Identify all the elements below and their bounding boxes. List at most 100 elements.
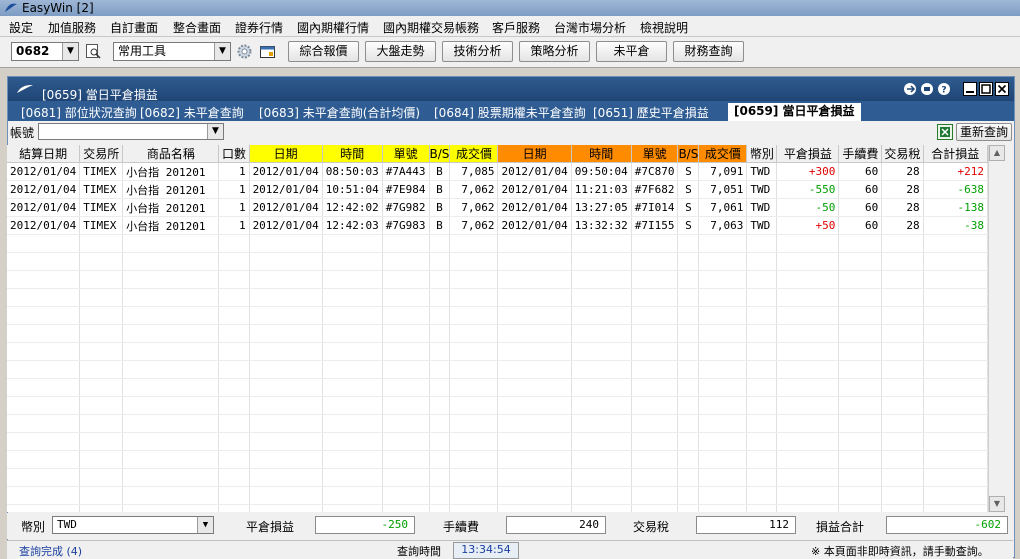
- refresh-query-button[interactable]: 重新查詢: [956, 123, 1012, 141]
- empty-cell: [497, 342, 572, 361]
- empty-row: [7, 360, 988, 379]
- col-close-price[interactable]: 成交價: [698, 145, 748, 163]
- empty-cell: [838, 234, 883, 253]
- empty-cell: [429, 324, 451, 343]
- market-trend-button[interactable]: 大盤走勢: [365, 41, 436, 62]
- col-currency[interactable]: 幣別: [746, 145, 778, 163]
- tab-historical-pl[interactable]: [0651] 歷史平倉損益: [593, 104, 709, 121]
- tab-stock-options[interactable]: [0684] 股票期權未平倉查詢: [434, 104, 586, 121]
- empty-cell: [7, 486, 81, 505]
- empty-cell: [322, 234, 383, 253]
- tab-open-interest[interactable]: [0682] 未平倉查詢: [140, 104, 244, 121]
- menu-market-analysis[interactable]: 台灣市場分析: [554, 19, 626, 36]
- chevron-down-icon[interactable]: ▼: [207, 124, 223, 139]
- menu-futures-accounts[interactable]: 國內期權交易帳務: [383, 19, 479, 36]
- scroll-up-icon[interactable]: ▲: [989, 145, 1005, 161]
- quote-button[interactable]: 綜合報價: [288, 41, 359, 62]
- tab-open-interest-average[interactable]: [0683] 未平倉查詢(合計均價): [259, 104, 420, 121]
- empty-row: [7, 468, 988, 487]
- col-close-time[interactable]: 時間: [571, 145, 632, 163]
- col-exchange[interactable]: 交易所: [79, 145, 124, 163]
- menu-custom-screen[interactable]: 自訂畫面: [110, 19, 158, 36]
- chevron-down-icon[interactable]: ▼: [197, 517, 213, 533]
- empty-cell: [122, 414, 220, 433]
- col-tax[interactable]: 交易稅: [881, 145, 924, 163]
- chevron-down-icon[interactable]: ▼: [62, 43, 78, 60]
- col-close-date[interactable]: 日期: [497, 145, 572, 163]
- calendar-icon[interactable]: [259, 43, 276, 60]
- search-page-icon[interactable]: [85, 43, 102, 60]
- empty-cell: [838, 504, 883, 512]
- menu-view-help[interactable]: 檢視說明: [640, 19, 688, 36]
- col-total-pl[interactable]: 合計損益: [923, 145, 988, 163]
- empty-cell: [631, 378, 679, 397]
- close-icon[interactable]: [995, 82, 1009, 96]
- empty-cell: [571, 396, 632, 415]
- col-close-pl[interactable]: 平倉損益: [776, 145, 840, 163]
- open-position-button[interactable]: 未平倉: [596, 41, 667, 62]
- pl-grid: 結算日期 交易所 商品名稱 口數 日期 時間 單號 B/S 成交價 日期 時間 …: [7, 145, 988, 512]
- minimize-icon[interactable]: [963, 82, 977, 96]
- menu-securities-quotes[interactable]: 證券行情: [235, 19, 283, 36]
- col-open-price[interactable]: 成交價: [449, 145, 499, 163]
- empty-row: [7, 342, 988, 361]
- strategy-analysis-button[interactable]: 策略分析: [519, 41, 590, 62]
- export-icon[interactable]: [903, 82, 917, 96]
- scroll-down-icon[interactable]: ▼: [989, 496, 1005, 512]
- tools-select[interactable]: 常用工具 ▼: [113, 42, 231, 61]
- menu-settings[interactable]: 設定: [9, 19, 33, 36]
- menu-customer-service[interactable]: 客戶服務: [492, 19, 540, 36]
- col-close-bs[interactable]: B/S: [677, 145, 700, 163]
- menu-value-added[interactable]: 加值服務: [48, 19, 96, 36]
- empty-cell: [79, 468, 124, 487]
- col-open-order[interactable]: 單號: [382, 145, 430, 163]
- empty-cell: [571, 486, 632, 505]
- cell-close-price: 7,051: [698, 180, 748, 199]
- empty-cell: [838, 432, 883, 451]
- empty-cell: [79, 360, 124, 379]
- table-row[interactable]: 2012/01/04 TIMEX 小台指 201201 1 2012/01/04 10:5…: [7, 180, 988, 199]
- col-product[interactable]: 商品名稱: [122, 145, 220, 163]
- excel-icon[interactable]: [937, 124, 953, 140]
- gear-icon[interactable]: [236, 43, 253, 60]
- empty-cell: [449, 342, 499, 361]
- empty-cell: [79, 234, 124, 253]
- empty-cell: [122, 342, 220, 361]
- menu-integrated-screen[interactable]: 整合畫面: [173, 19, 221, 36]
- empty-cell: [122, 234, 220, 253]
- account-select[interactable]: ▼: [38, 123, 224, 140]
- cell-total-pl: +212: [923, 162, 988, 181]
- chevron-down-icon[interactable]: ▼: [214, 43, 230, 60]
- col-open-bs[interactable]: B/S: [429, 145, 451, 163]
- table-row[interactable]: 2012/01/04 TIMEX 小台指 201201 1 2012/01/04 08:5…: [7, 162, 988, 181]
- print-icon[interactable]: [920, 82, 934, 96]
- table-row[interactable]: 2012/01/04 TIMEX 小台指 201201 1 2012/01/04 12:4…: [7, 198, 988, 217]
- help-icon[interactable]: ?: [937, 82, 951, 96]
- menu-futures-quotes[interactable]: 國內期權行情: [297, 19, 369, 36]
- tab-position-status[interactable]: [0681] 部位狀況查詢: [21, 104, 137, 121]
- col-lots[interactable]: 口數: [218, 145, 250, 163]
- empty-cell: [382, 504, 430, 512]
- empty-cell: [249, 324, 323, 343]
- maximize-icon[interactable]: [979, 82, 993, 96]
- grand-total-field: -602: [886, 516, 1008, 534]
- table-row[interactable]: 2012/01/04 TIMEX 小台指 201201 1 2012/01/04 12:4…: [7, 216, 988, 235]
- col-open-time[interactable]: 時間: [322, 145, 383, 163]
- cell-open-date: 2012/01/04: [249, 216, 323, 235]
- technical-analysis-button[interactable]: 技術分析: [442, 41, 513, 62]
- cell-close-pl: -550: [776, 180, 840, 199]
- vertical-scrollbar[interactable]: ▲ ▼: [988, 145, 1006, 512]
- empty-cell: [249, 432, 323, 451]
- col-fee[interactable]: 手續費: [838, 145, 883, 163]
- cell-open-order: #7E984: [382, 180, 430, 199]
- col-close-order[interactable]: 單號: [631, 145, 679, 163]
- financial-query-button[interactable]: 財務查詢: [673, 41, 744, 62]
- empty-cell: [881, 288, 924, 307]
- function-code-select[interactable]: 0682 ▼: [11, 42, 79, 61]
- tab-daily-pl[interactable]: [0659] 當日平倉損益: [728, 103, 861, 121]
- empty-cell: [79, 486, 124, 505]
- col-settle-date[interactable]: 結算日期: [7, 145, 81, 163]
- currency-select[interactable]: TWD ▼: [52, 516, 214, 534]
- col-open-date[interactable]: 日期: [249, 145, 323, 163]
- empty-cell: [382, 396, 430, 415]
